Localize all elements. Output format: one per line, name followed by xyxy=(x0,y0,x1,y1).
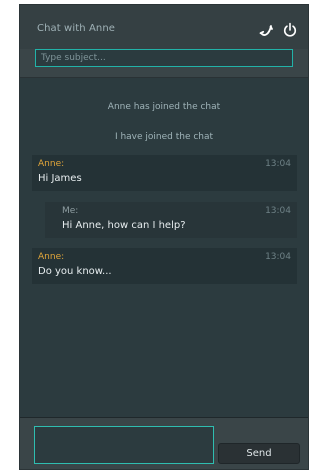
chat-window: Chat with Anne Anne has joined the chat … xyxy=(19,4,309,470)
chat-header: Chat with Anne xyxy=(20,5,308,49)
message-text: Do you know... xyxy=(38,266,112,277)
message-item: Anne: 13:04 Hi James xyxy=(32,155,297,191)
message-input[interactable] xyxy=(34,426,214,464)
message-time: 13:04 xyxy=(265,159,291,169)
message-item: Anne: 13:04 Do you know... xyxy=(32,248,297,284)
message-list[interactable]: Anne has joined the chat I have joined t… xyxy=(20,78,308,418)
power-icon[interactable] xyxy=(282,22,298,38)
message-time: 13:04 xyxy=(265,206,291,216)
system-message: Anne has joined the chat xyxy=(107,102,221,112)
composer-divider xyxy=(20,417,308,418)
system-message: I have joined the chat xyxy=(114,132,214,142)
phone-icon[interactable] xyxy=(258,22,274,38)
header-actions xyxy=(258,22,298,38)
subject-input[interactable] xyxy=(35,49,293,67)
message-item: Me: 13:04 Hi Anne, how can I help? xyxy=(45,202,297,238)
message-text: Hi Anne, how can I help? xyxy=(62,220,186,231)
chat-title: Chat with Anne xyxy=(37,23,116,34)
message-sender: Anne: xyxy=(38,252,65,262)
message-sender: Me: xyxy=(62,206,79,216)
message-time: 13:04 xyxy=(265,252,291,262)
message-sender: Anne: xyxy=(38,159,65,169)
send-button[interactable]: Send xyxy=(218,443,300,464)
message-text: Hi James xyxy=(38,173,82,184)
